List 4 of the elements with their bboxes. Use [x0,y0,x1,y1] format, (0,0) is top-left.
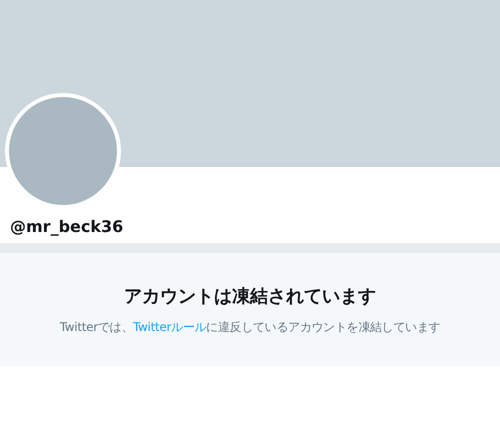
rules-link[interactable]: Twitterルール [132,320,206,334]
username: @mr_beck36 [10,216,124,238]
notice-text: Twitterでは、Twitterルールに違反しているアカウントを凍結しています [60,318,440,336]
notice-title: アカウントは凍結されています [124,286,376,308]
